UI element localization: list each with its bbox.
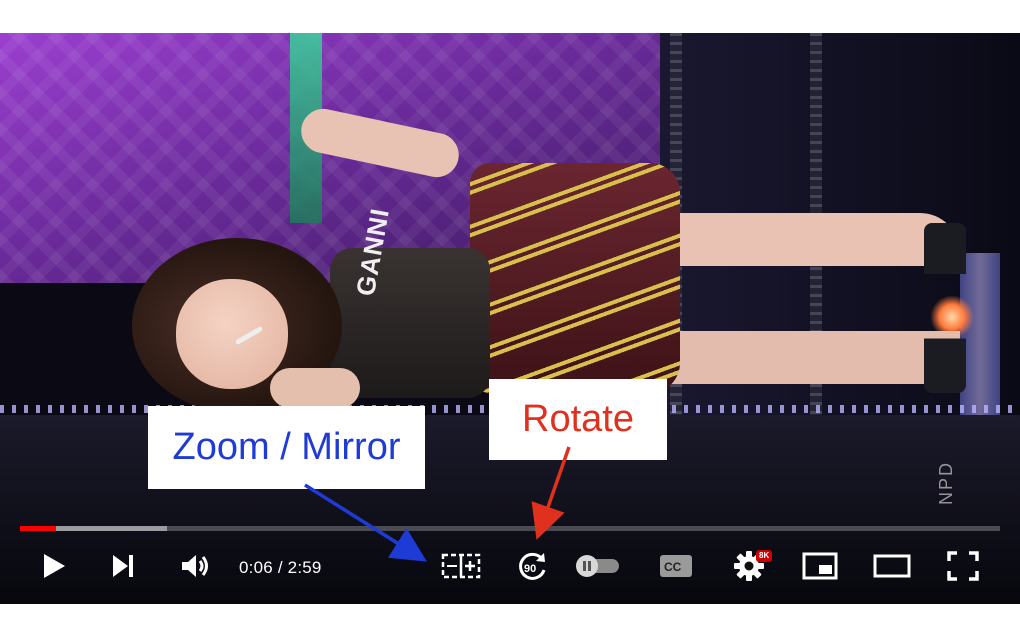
watermark: NPD (936, 460, 956, 505)
play-button[interactable] (38, 550, 70, 582)
rotate-icon: 90 (519, 552, 546, 580)
player-controls: 0:06 / 2:59 90 CC 8K (0, 536, 1020, 596)
time-separator: / (272, 558, 288, 577)
performer-skirt (470, 163, 680, 393)
performer-hand (270, 368, 360, 408)
captions-icon: CC (660, 555, 692, 577)
fullscreen-button[interactable] (944, 550, 982, 582)
time-display: 0:06 / 2:59 (239, 558, 322, 578)
progress-played (20, 526, 57, 531)
progress-bar[interactable] (20, 526, 1000, 531)
svg-text:90: 90 (524, 563, 536, 575)
zoom-mirror-callout: Zoom / Mirror (148, 406, 425, 489)
theater-button[interactable] (871, 550, 913, 582)
play-icon (44, 554, 65, 578)
volume-icon (182, 555, 208, 577)
miniplayer-icon (802, 552, 838, 580)
current-time: 0:06 (239, 558, 273, 577)
next-icon (113, 555, 133, 577)
zoom-mirror-button[interactable] (439, 550, 483, 582)
rotate-callout: Rotate (489, 379, 667, 460)
zoom-mirror-icon (441, 553, 481, 579)
theater-icon (873, 554, 911, 578)
autoplay-toggle-icon (576, 555, 619, 577)
video-frame: GANNI (0, 33, 1020, 604)
performer-boots (924, 223, 966, 393)
next-button[interactable] (107, 550, 139, 582)
rotate-button[interactable]: 90 (514, 550, 550, 582)
video-player[interactable]: GANNI 0:06 / 2:59 90 CC 8K (0, 33, 1020, 604)
zoom-mirror-label: Zoom / Mirror (172, 426, 401, 468)
volume-button[interactable] (178, 550, 212, 582)
miniplayer-button[interactable] (800, 550, 840, 582)
duration: 2:59 (287, 558, 322, 577)
captions-button[interactable]: CC (656, 550, 696, 582)
autoplay-toggle[interactable] (572, 550, 624, 582)
svg-text:CC: CC (664, 560, 682, 574)
rotate-label: Rotate (522, 398, 634, 440)
performer-face (176, 279, 288, 389)
quality-badge: 8K (756, 550, 773, 562)
fullscreen-icon (947, 551, 979, 581)
